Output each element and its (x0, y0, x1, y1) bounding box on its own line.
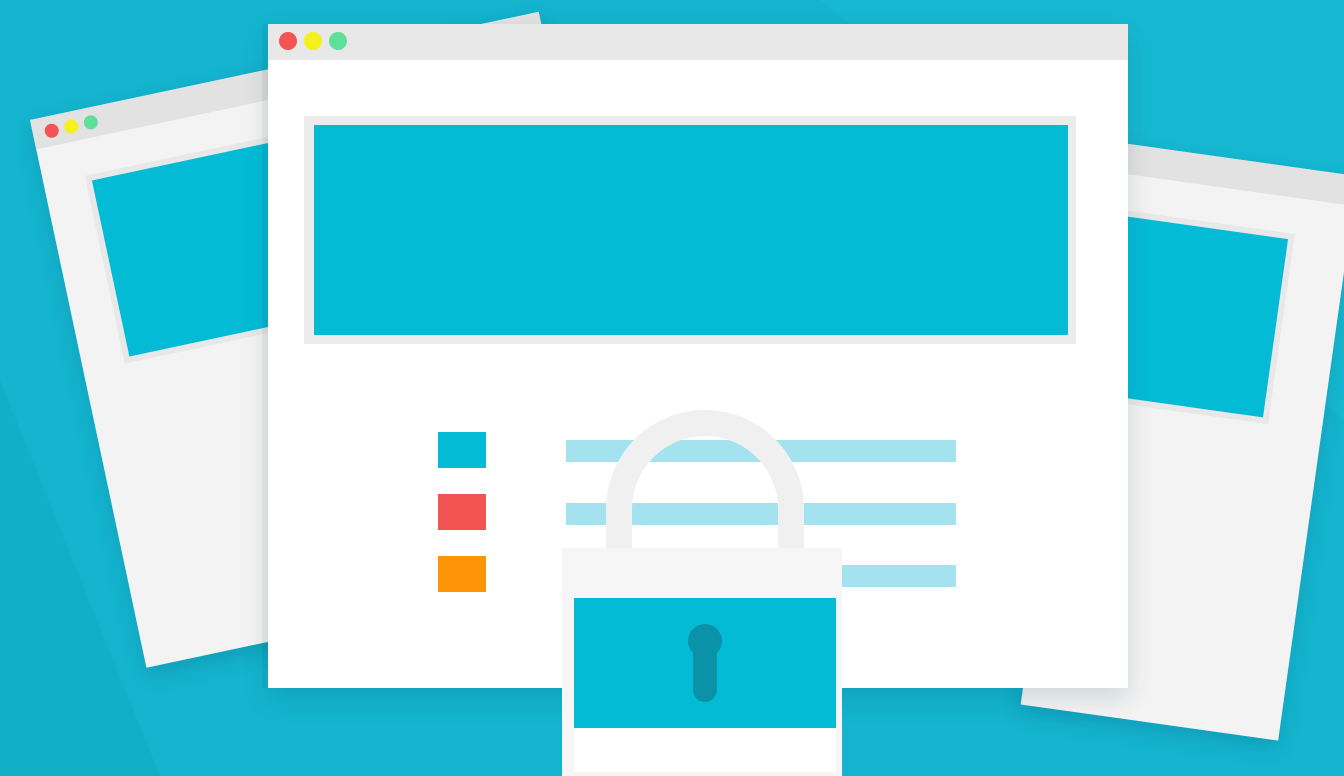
illustration (0, 0, 1344, 776)
keyhole-slot (693, 640, 717, 702)
close-dot-icon (279, 32, 297, 50)
minimize-dot-icon (304, 32, 322, 50)
list-bullet-blue (438, 432, 486, 468)
window-title-bar (268, 24, 1128, 60)
padlock-base (574, 728, 836, 772)
hero-banner (314, 125, 1068, 335)
maximize-dot-icon (329, 32, 347, 50)
list-bullet-orange (438, 556, 486, 592)
list-bullet-red (438, 494, 486, 530)
